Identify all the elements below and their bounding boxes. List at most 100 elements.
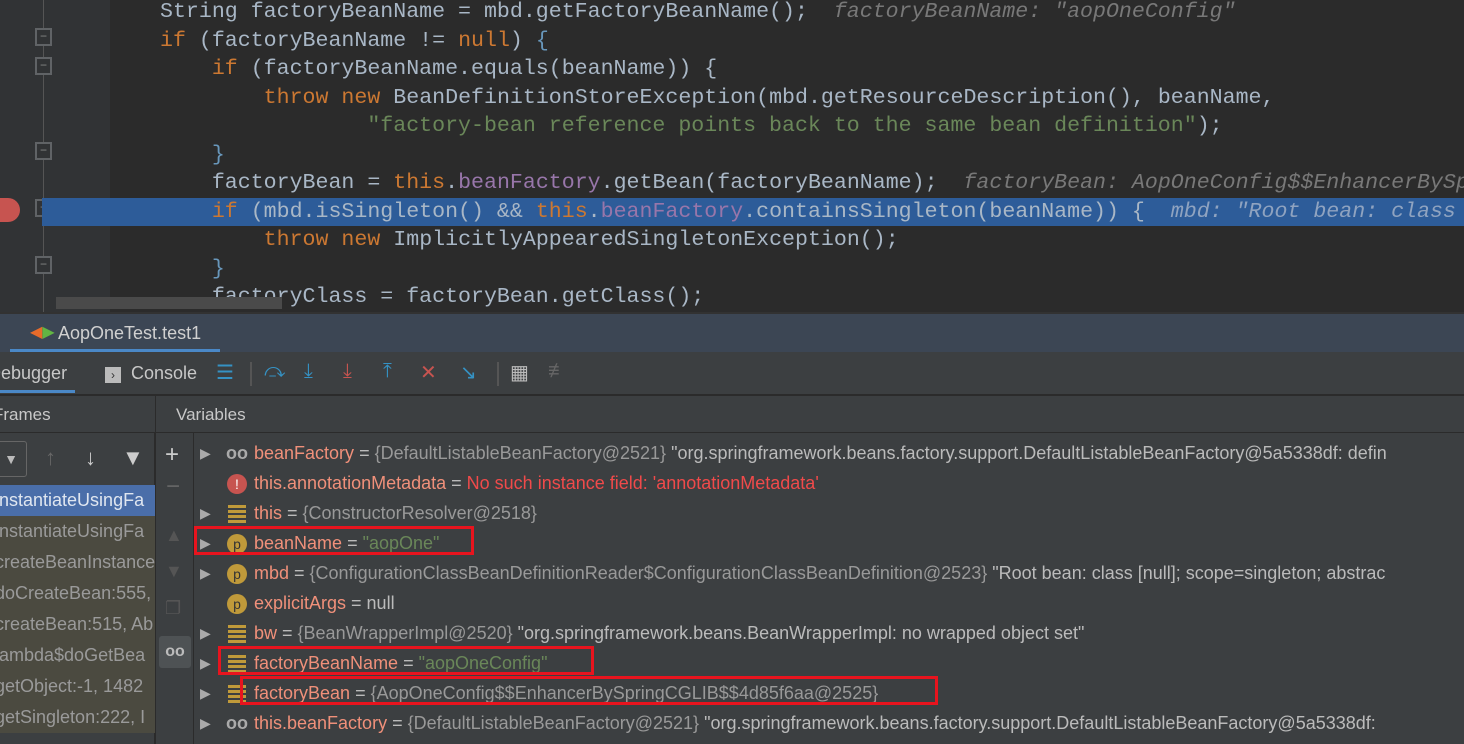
code-token: "factory-bean reference points back to t…: [367, 114, 1197, 138]
variable-name: this.beanFactory: [254, 713, 388, 733]
variable-name: bw: [254, 623, 278, 643]
variables-header: Variables: [176, 405, 246, 424]
force-step-into-icon[interactable]: ⤓: [343, 360, 352, 383]
code-token: beanFactory: [458, 171, 601, 195]
code-line[interactable]: }: [0, 255, 1464, 284]
code-line[interactable]: throw new BeanDefinitionStoreException(m…: [0, 84, 1464, 113]
expand-arrow-icon[interactable]: ▶: [200, 708, 211, 738]
inline-debug-value: mbd: "Root bean: class [null]: [1170, 199, 1456, 224]
inline-debug-value: factoryBean: AopOneConfig$$EnhancerBySpr…: [963, 171, 1464, 195]
show-watches-toggle[interactable]: oo: [159, 636, 191, 668]
variable-row[interactable]: p explicitArgs = null: [194, 588, 1464, 618]
copy-icon: ❐: [165, 598, 182, 618]
variable-row[interactable]: ▶ this = {ConstructorResolver@2518}: [194, 498, 1464, 528]
code-token: throw new: [263, 85, 381, 110]
restore-layout-icon[interactable]: ☰: [216, 360, 234, 385]
divider: [497, 362, 499, 386]
stack-frame[interactable]: instantiateUsingFa: [0, 485, 155, 516]
code-line[interactable]: throw new ImplicitlyAppearedSingletonExc…: [0, 226, 1464, 255]
code-token: }: [211, 142, 225, 167]
move-down-icon: ▼: [165, 561, 183, 581]
code-token: if: [211, 199, 238, 224]
variables-tree: ▶ oo beanFactory = {DefaultListableBeanFac…: [194, 433, 1464, 744]
annotation-highlight-box: [240, 676, 938, 705]
stack-frame[interactable]: createBean:515, Ab: [0, 609, 155, 640]
code-line[interactable]: "factory-bean reference points back to t…: [0, 112, 1464, 141]
variable-name: beanFactory: [254, 443, 355, 463]
code-token: beanFactory: [600, 199, 744, 224]
expand-arrow-icon[interactable]: ▶: [200, 498, 211, 528]
stack-frame[interactable]: instantiateUsingFa: [0, 516, 155, 547]
object-reference: {DefaultListableBeanFactory@2521}: [407, 713, 700, 733]
variable-row[interactable]: ▶ oo this.beanFactory = {DefaultListableBe…: [194, 708, 1464, 738]
parameter-icon: p: [227, 594, 247, 615]
stack-frame[interactable]: createBeanInstance: [0, 547, 155, 578]
step-into-icon[interactable]: ⤓: [304, 360, 313, 383]
code-line[interactable]: String factoryBeanName = mbd.getFactoryB…: [0, 0, 1464, 27]
code-editor[interactable]: −−−−− String factoryBeanName = mbd.getFa…: [0, 0, 1464, 312]
expand-arrow-icon[interactable]: ▶: [200, 438, 211, 468]
debug-toolbar: Debugger › Console ☰ ⤼ ⤓ ⤓ ⤒ ✕ ↘ ▦ ≢: [0, 352, 1464, 395]
run-to-cursor-icon[interactable]: ↘: [460, 360, 477, 385]
code-line[interactable]: factoryBean = this.beanFactory.getBean(f…: [0, 169, 1464, 198]
code-token: this: [535, 199, 588, 224]
code-token: (factoryBeanName !=: [185, 28, 459, 53]
variable-value: "org.springframework.beans.factory.suppo…: [671, 443, 1387, 463]
expand-arrow-icon[interactable]: ▶: [200, 558, 211, 588]
remove-watch-icon: −: [166, 473, 181, 500]
down-arrow-icon[interactable]: ↓: [85, 445, 96, 471]
trace-icon: ≢: [548, 360, 568, 382]
parameter-icon: p: [227, 564, 247, 585]
add-watch-icon[interactable]: +: [165, 441, 179, 469]
tab-debugger[interactable]: Debugger: [0, 352, 75, 393]
horizontal-scrollbar[interactable]: [56, 297, 282, 309]
step-out-icon[interactable]: ⤒: [383, 360, 392, 383]
code-line[interactable]: if (factoryBeanName != null) {: [0, 27, 1464, 56]
move-up-icon: ▲: [165, 525, 183, 545]
current-execution-line[interactable]: if (mbd.isSingleton() && this.beanFactor…: [42, 197, 1464, 226]
variable-name: this.annotationMetadata: [254, 473, 447, 493]
tab-label: Debugger: [0, 363, 68, 383]
stack-frame[interactable]: getSingleton:222, I: [0, 702, 155, 733]
tab-console[interactable]: › Console: [105, 352, 197, 395]
code-line[interactable]: if (factoryBeanName.equals(beanName)) {: [0, 55, 1464, 84]
evaluate-expression-icon[interactable]: ▦: [510, 360, 529, 385]
variable-row[interactable]: ▶ p mbd = {ConfigurationClassBeanDefinitio…: [194, 558, 1464, 588]
expand-arrow-icon[interactable]: ▶: [200, 678, 211, 708]
step-over-icon[interactable]: ⤼: [264, 360, 285, 383]
panel-headers: Frames Variables: [0, 396, 1464, 433]
object-reference: {BeanWrapperImpl@2520}: [297, 623, 513, 643]
variable-name: explicitArgs: [254, 593, 347, 613]
divider: [250, 362, 252, 386]
code-token: .containsSingleton(beanName)) {: [743, 199, 1145, 224]
stack-frame[interactable]: getObject:-1, 1482: [0, 671, 155, 702]
run-tab-bar: ◀▶ AopOneTest.test1 ×: [0, 312, 1464, 381]
stack-frame[interactable]: lambda$doGetBea: [0, 640, 155, 671]
code-line[interactable]: }: [0, 141, 1464, 170]
object-reference: {DefaultListableBeanFactory@2521}: [374, 443, 667, 463]
variable-row[interactable]: ! this.annotationMetadata = No such insta…: [194, 468, 1464, 498]
code-token: }: [211, 256, 225, 281]
code-token: throw new: [263, 228, 381, 252]
code-token: if: [211, 57, 238, 81]
code-token: null: [458, 28, 510, 53]
expand-arrow-icon[interactable]: ▶: [200, 618, 211, 648]
object-reference: {ConstructorResolver@2518}: [302, 503, 537, 523]
stack-frame[interactable]: doCreateBean:555,: [0, 578, 155, 609]
code-token: {: [535, 28, 549, 53]
variable-row[interactable]: ▶ bw = {BeanWrapperImpl@2520} "org.spring…: [194, 618, 1464, 648]
drop-frame-icon[interactable]: ✕: [420, 360, 437, 385]
tab-aoponetest[interactable]: ◀▶ AopOneTest.test1 ×: [10, 314, 220, 381]
filter-icon[interactable]: ▼: [122, 445, 144, 471]
variable-row[interactable]: ▶ oo beanFactory = {DefaultListableBeanFac…: [194, 438, 1464, 468]
annotation-highlight-box: [194, 526, 474, 555]
code-token: ): [509, 28, 536, 53]
code-token: this: [393, 171, 446, 195]
variable-value: "org.springframework.beans.factory.suppo…: [704, 713, 1376, 733]
expand-arrow-icon[interactable]: ▶: [200, 648, 211, 678]
thread-dropdown[interactable]: ▼: [0, 441, 27, 477]
watch-icon: oo: [226, 443, 248, 463]
